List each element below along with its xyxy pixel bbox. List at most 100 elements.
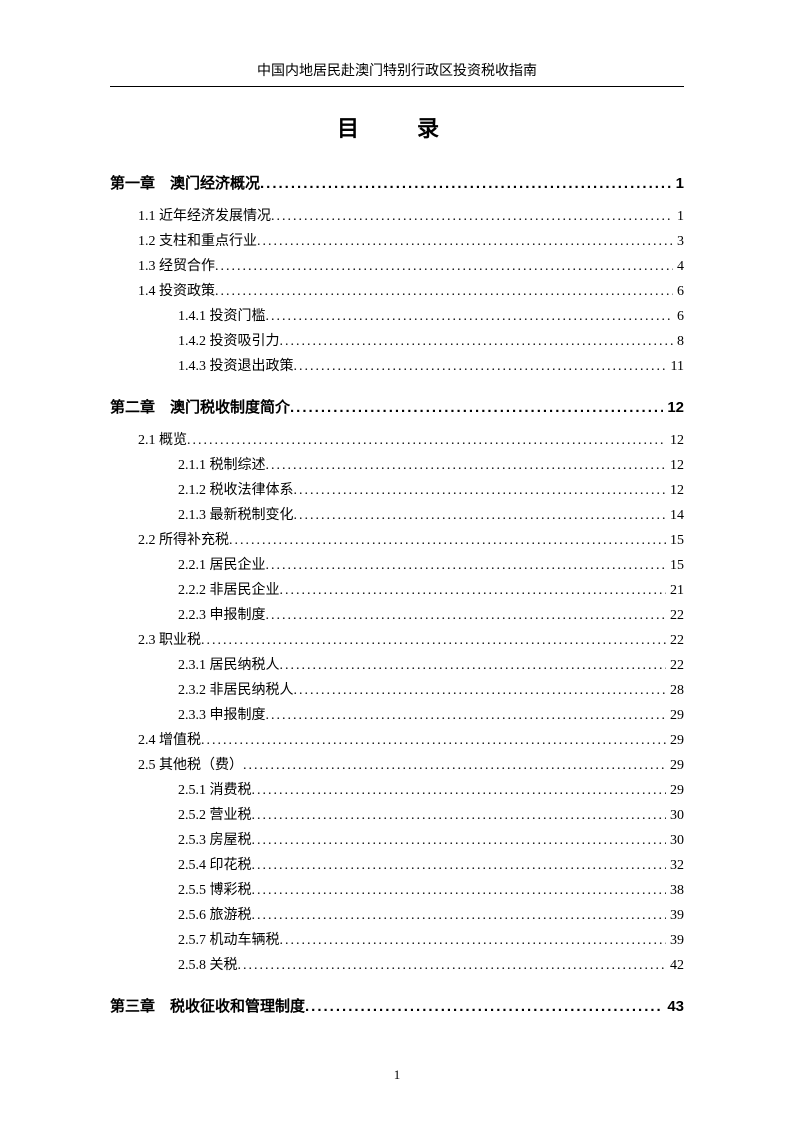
- toc-entry: 2.3.1 居民纳税人22: [110, 653, 684, 678]
- toc-leader-dots: [266, 553, 667, 578]
- toc-entry-page: 30: [666, 803, 684, 828]
- toc-entry-page: 1: [673, 204, 684, 229]
- toc-entry: 2.1 概览 12: [110, 428, 684, 453]
- toc-entry-page: 4: [673, 254, 684, 279]
- toc-entry-page: 29: [666, 703, 684, 728]
- toc-entry-label: 2.1.3 最新税制变化: [178, 503, 294, 528]
- toc-leader-dots: [260, 171, 672, 196]
- toc-entry-page: 15: [666, 528, 684, 553]
- toc-entry-label: 2.5.5 博彩税: [178, 878, 252, 903]
- toc-leader-dots: [215, 254, 673, 279]
- toc-entry-label: 2.2 所得补充税: [138, 528, 229, 553]
- toc-entry-page: 15: [666, 553, 684, 578]
- toc-entry: 1.4.2 投资吸引力8: [110, 329, 684, 354]
- toc-leader-dots: [252, 878, 667, 903]
- toc-leader-dots: [266, 453, 667, 478]
- toc-entry: 2.5.8 关税42: [110, 953, 684, 978]
- toc-entry: 2.3 职业税22: [110, 628, 684, 653]
- toc-entry-page: 39: [666, 928, 684, 953]
- toc-leader-dots: [280, 329, 674, 354]
- toc-leader-dots: [243, 753, 666, 778]
- toc-entry-label: 2.5.7 机动车辆税: [178, 928, 280, 953]
- toc-entry-label: 2.5 其他税（费）: [138, 753, 243, 778]
- toc-entry-label: 2.1.2 税收法律体系: [178, 478, 294, 503]
- toc-entry-label: 1.4.3 投资退出政策: [178, 354, 294, 379]
- toc-leader-dots: [238, 953, 667, 978]
- toc-entry-page: 12: [666, 453, 684, 478]
- toc-entry-label: 2.4 增值税: [138, 728, 201, 753]
- toc-entry: 2.2.2 非居民企业21: [110, 578, 684, 603]
- toc-entry-label: 1.1 近年经济发展情况: [138, 204, 271, 229]
- toc-entry-label: 2.3.3 申报制度: [178, 703, 266, 728]
- toc-entry: 第二章 澳门税收制度简介 12: [110, 395, 684, 420]
- toc-entry: 2.5.2 营业税 30: [110, 803, 684, 828]
- toc-leader-dots: [294, 503, 667, 528]
- toc-entry: 2.3.2 非居民纳税人28: [110, 678, 684, 703]
- toc-entry: 1.4.3 投资退出政策11: [110, 354, 684, 379]
- toc-leader-dots: [201, 728, 666, 753]
- toc-entry: 第一章 澳门经济概况 1: [110, 171, 684, 196]
- toc-entry-page: 42: [666, 953, 684, 978]
- toc-entry-page: 38: [666, 878, 684, 903]
- toc-entry-page: 39: [666, 903, 684, 928]
- toc-entry: 1.1 近年经济发展情况 1: [110, 204, 684, 229]
- toc-entry: 2.5.5 博彩税 38: [110, 878, 684, 903]
- toc-entry-page: 12: [663, 395, 684, 420]
- toc-entry-label: 2.5.4 印花税: [178, 853, 252, 878]
- toc-entry-label: 第一章 澳门经济概况: [110, 171, 260, 196]
- toc-entry: 2.1.3 最新税制变化 14: [110, 503, 684, 528]
- toc-entry: 2.1.2 税收法律体系12: [110, 478, 684, 503]
- toc-leader-dots: [252, 803, 667, 828]
- toc-entry-page: 43: [663, 994, 684, 1019]
- toc-entry-label: 1.3 经贸合作: [138, 254, 215, 279]
- toc-entry-page: 32: [666, 853, 684, 878]
- toc-leader-dots: [229, 528, 666, 553]
- toc-entry: 2.5.3 房屋税30: [110, 828, 684, 853]
- toc-leader-dots: [305, 994, 663, 1019]
- toc-leader-dots: [280, 578, 667, 603]
- toc-entry-page: 22: [666, 603, 684, 628]
- toc-leader-dots: [290, 395, 663, 420]
- toc-entry-label: 第三章 税收征收和管理制度: [110, 994, 305, 1019]
- toc-entry-page: 6: [673, 304, 684, 329]
- toc-leader-dots: [252, 828, 667, 853]
- toc-entry: 2.2.3 申报制度22: [110, 603, 684, 628]
- toc-entry: 1.3 经贸合作 4: [110, 254, 684, 279]
- toc-entry-page: 12: [666, 428, 684, 453]
- toc-entry: 2.3.3 申报制度 29: [110, 703, 684, 728]
- toc-entry: 1.2 支柱和重点行业3: [110, 229, 684, 254]
- toc-leader-dots: [187, 428, 666, 453]
- toc-entry: 2.5 其他税（费）29: [110, 753, 684, 778]
- toc-entry-label: 第二章 澳门税收制度简介: [110, 395, 290, 420]
- toc-entry: 2.1.1 税制综述 12: [110, 453, 684, 478]
- toc-entry-label: 2.2.1 居民企业: [178, 553, 266, 578]
- toc-leader-dots: [266, 703, 667, 728]
- toc-leader-dots: [201, 628, 666, 653]
- toc-entry-page: 14: [666, 503, 684, 528]
- toc-entry: 2.5.7 机动车辆税 39: [110, 928, 684, 953]
- toc-entry-label: 2.5.3 房屋税: [178, 828, 252, 853]
- toc-entry: 2.4 增值税29: [110, 728, 684, 753]
- toc-leader-dots: [294, 478, 667, 503]
- toc-entry-page: 1: [672, 171, 684, 196]
- document-header: 中国内地居民赴澳门特别行政区投资税收指南: [110, 60, 684, 80]
- toc-leader-dots: [294, 678, 667, 703]
- toc-leader-dots: [252, 778, 667, 803]
- toc-leader-dots: [294, 354, 667, 379]
- toc-entry: 2.5.6 旅游税39: [110, 903, 684, 928]
- toc-entry: 2.2 所得补充税 15: [110, 528, 684, 553]
- toc-entry-page: 3: [673, 229, 684, 254]
- toc-entry: 2.5.4 印花税 32: [110, 853, 684, 878]
- toc-leader-dots: [252, 903, 667, 928]
- toc-entry-label: 1.4.1 投资门槛: [178, 304, 266, 329]
- toc-entry-label: 1.4.2 投资吸引力: [178, 329, 280, 354]
- toc-entry-label: 2.5.2 营业税: [178, 803, 252, 828]
- toc-entry-label: 2.1 概览: [138, 428, 187, 453]
- page-number: 1: [0, 1067, 794, 1083]
- toc-entry-label: 2.3.2 非居民纳税人: [178, 678, 294, 703]
- toc-entry-page: 22: [666, 653, 684, 678]
- toc-entry-label: 2.1.1 税制综述: [178, 453, 266, 478]
- toc-entry: 2.5.1 消费税29: [110, 778, 684, 803]
- toc-leader-dots: [280, 653, 667, 678]
- toc-leader-dots: [280, 928, 667, 953]
